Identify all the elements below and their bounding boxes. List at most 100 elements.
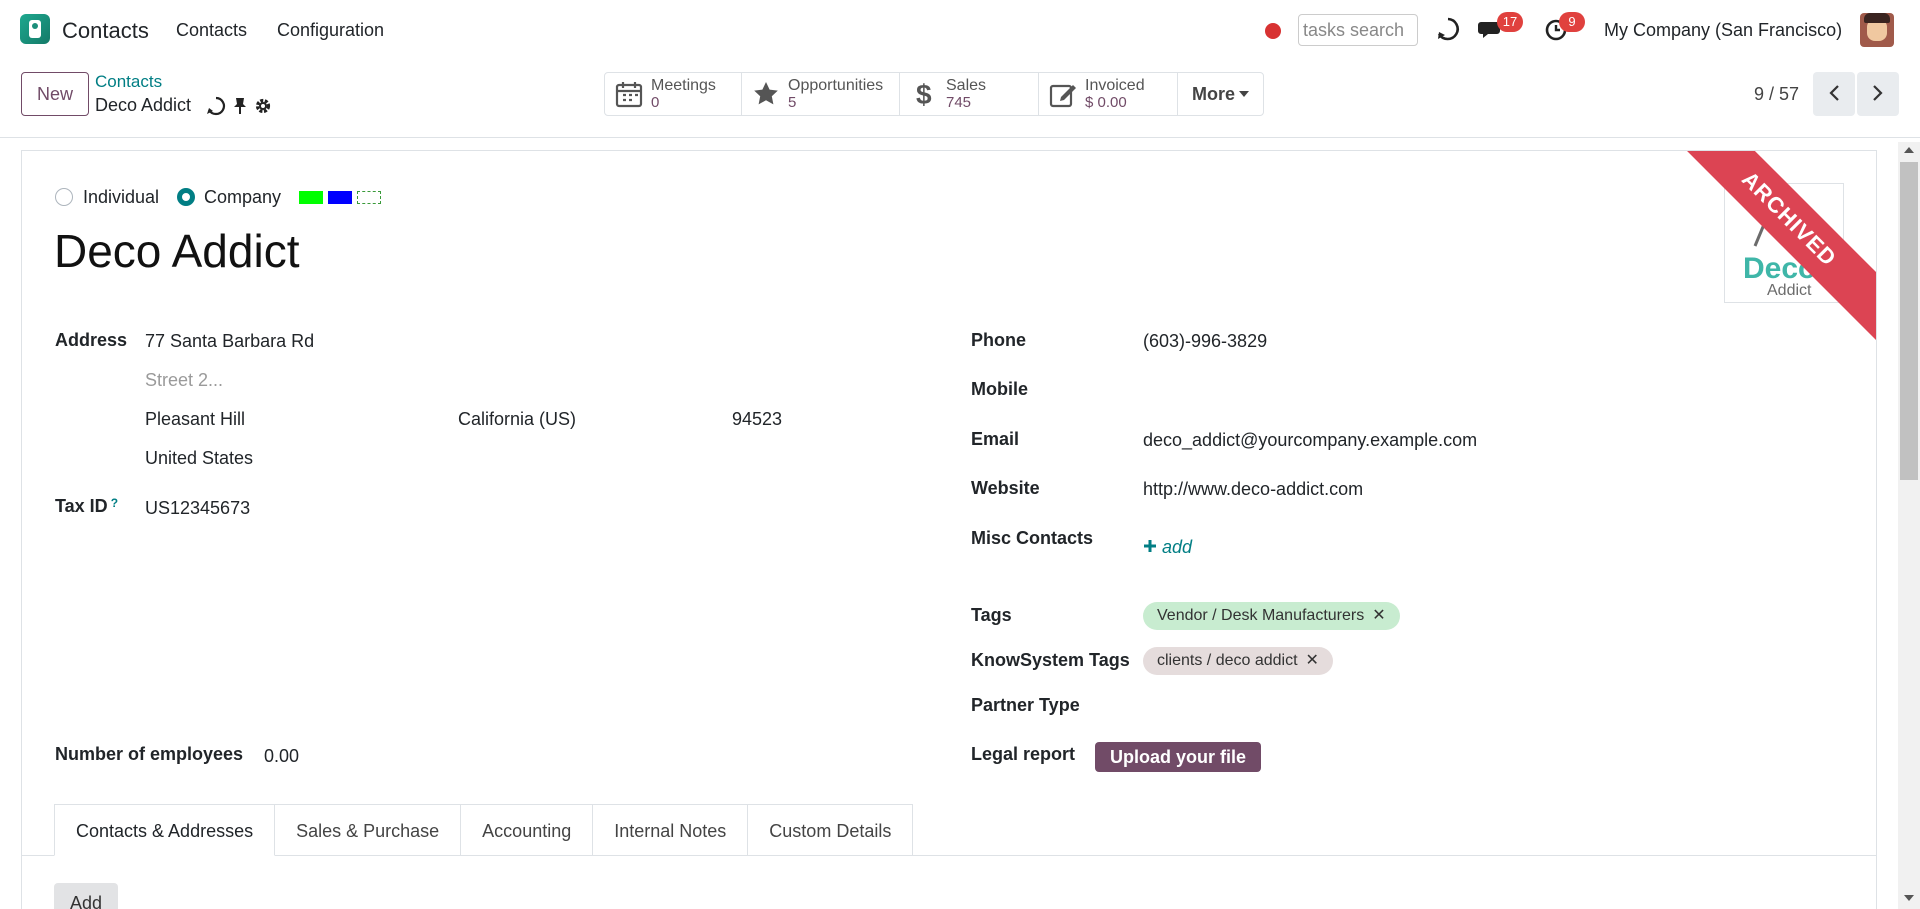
star-icon [754,82,778,105]
menu-contacts[interactable]: Contacts [176,20,247,41]
refresh-icon[interactable] [1435,16,1461,42]
tax-id-label-text: Tax ID [55,496,108,516]
upload-file-button[interactable]: Upload your file [1095,742,1261,772]
recording-indicator-icon[interactable] [1265,23,1281,39]
dollar-icon: $ [916,80,932,108]
messages-badge: 17 [1497,12,1523,32]
mobile-field[interactable] [1143,379,1743,401]
employees-label: Number of employees [55,744,244,764]
partner-name-field[interactable]: Deco Addict [54,224,299,278]
partner-type-label: Partner Type [971,695,1080,715]
edit-icon [1049,84,1076,108]
pager-value[interactable]: 9 / 57 [1754,84,1799,105]
website-label: Website [971,478,1040,498]
tab-internal-notes[interactable]: Internal Notes [593,804,749,856]
scrollbar-thumb[interactable] [1900,162,1918,480]
form-sheet: ARCHIVED Deco Addict Individual Company … [21,150,1877,909]
top-navbar: Contacts Contacts Configuration 17 9 My … [0,0,1920,62]
calendar-icon [615,82,643,108]
tax-id-field[interactable]: US12345673 [145,498,250,519]
scroll-up-arrow-icon[interactable] [1904,147,1914,153]
opportunities-label: Opportunities [788,77,884,94]
add-contact-button[interactable]: Add [54,883,118,909]
pin-icon[interactable] [232,97,248,115]
breadcrumb-contacts-link[interactable]: Contacts [95,72,162,92]
svg-text:$: $ [916,80,932,108]
tasks-search-input[interactable] [1298,14,1418,46]
activities-badge: 9 [1559,12,1585,32]
invoiced-label: Invoiced [1085,77,1145,94]
state-field[interactable]: California (US) [458,409,576,430]
type-company-label[interactable]: Company [204,187,281,208]
phone-field[interactable]: (603)-996-3829 [1143,331,1267,352]
tags-label: Tags [971,605,1012,625]
menu-configuration[interactable]: Configuration [277,20,384,41]
discard-changes-icon[interactable] [206,96,226,116]
remove-tag-icon[interactable]: ✕ [1306,647,1319,675]
color-swatch-empty[interactable] [357,191,381,204]
tag-vendor-desk-manufacturers: Vendor / Desk Manufacturers ✕ [1143,602,1400,630]
misc-contacts-add-text: add [1162,537,1193,557]
chevron-right-icon [1873,84,1883,101]
employees-field[interactable]: 0.00 [264,746,299,767]
invoiced-amount: $ 0.00 [1085,94,1127,111]
logo-subtext: Addict [1767,282,1812,299]
more-label: More [1192,83,1236,104]
smart-buttons: Meetings 0 Opportunities 5 $ Sales 745 Invo… [604,72,1265,116]
help-icon[interactable]: ? [111,496,118,510]
email-field[interactable]: deco_addict@yourcompany.example.com [1143,430,1477,451]
more-dropdown[interactable]: More [1178,73,1263,115]
notebook-tabs: Contacts & Addresses Sales & Purchase Ac… [54,804,914,856]
email-label: Email [971,429,1020,449]
gear-icon[interactable] [254,97,272,115]
sales-label: Sales [946,77,987,94]
country-field[interactable]: United States [145,448,253,469]
tab-sales-purchase[interactable]: Sales & Purchase [275,804,462,856]
color-swatch-green[interactable] [299,191,323,204]
pager-next-button[interactable] [1857,72,1899,116]
app-brand[interactable]: Contacts [62,18,149,44]
phone-label: Phone [971,330,1027,350]
control-panel: New Contacts Deco Addict Meetings0 Oppo [0,62,1920,138]
opportunities-count: 5 [788,94,797,111]
city-field[interactable]: Pleasant Hill [145,409,245,430]
type-individual-label[interactable]: Individual [83,187,159,208]
tag-clients-deco-addict: clients / deco addict ✕ [1143,647,1333,675]
address-label: Address [55,330,128,350]
type-individual-radio[interactable] [55,188,73,206]
color-swatch-blue[interactable] [328,191,352,204]
mobile-label: Mobile [971,379,1028,399]
type-company-radio[interactable] [177,188,195,206]
misc-contacts-add-link[interactable]: add [1143,537,1192,558]
partner-type-field[interactable] [1143,695,1743,717]
sales-count: 745 [946,94,972,111]
company-switcher[interactable]: My Company (San Francisco) [1604,20,1842,41]
misc-contacts-label: Misc Contacts [971,528,1094,548]
zip-field[interactable]: 94523 [732,409,782,430]
record-actions [206,96,272,116]
breadcrumb-current: Deco Addict [95,95,192,115]
tax-id-label: Tax ID? [55,496,118,517]
user-avatar[interactable] [1860,13,1894,47]
legal-report-label: Legal report [971,744,1076,764]
tag-label: Vendor / Desk Manufacturers [1157,607,1365,624]
new-button[interactable]: New [21,72,89,116]
contacts-app-icon[interactable] [20,14,50,44]
tab-custom-details[interactable]: Custom Details [748,804,914,856]
tag-label: clients / deco addict [1157,652,1298,669]
remove-tag-icon[interactable]: ✕ [1372,602,1385,630]
meetings-button[interactable]: Meetings 0 [605,73,742,115]
meetings-count: 0 [651,94,660,111]
street2-field[interactable]: Street 2... [145,370,223,391]
tab-contacts-addresses[interactable]: Contacts & Addresses [54,804,276,856]
website-field[interactable]: http://www.deco-addict.com [1143,479,1363,500]
street-field[interactable]: 77 Santa Barbara Rd [145,331,314,352]
pager-previous-button[interactable] [1813,72,1855,116]
opportunities-button[interactable]: Opportunities 5 [742,73,900,115]
knowsystem-tags-label: KnowSystem Tags [971,650,1130,670]
sales-button[interactable]: $ Sales 745 [900,73,1039,115]
invoiced-button[interactable]: Invoiced $ 0.00 [1039,73,1178,115]
scroll-down-arrow-icon[interactable] [1904,895,1914,901]
tab-accounting[interactable]: Accounting [461,804,594,856]
chevron-left-icon [1829,84,1839,101]
